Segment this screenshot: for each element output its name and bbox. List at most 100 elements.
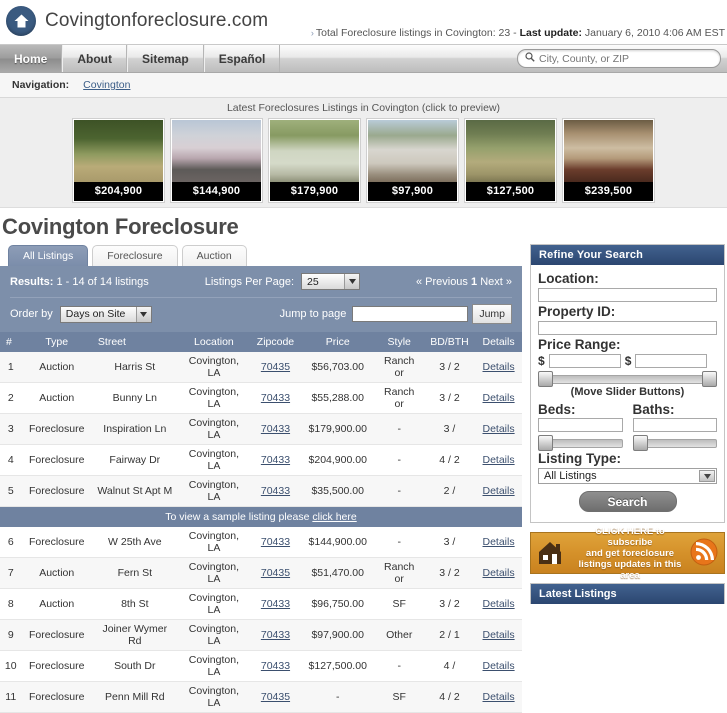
beds-slider[interactable] <box>538 435 623 451</box>
tab-all-listings[interactable]: All Listings <box>8 245 89 266</box>
col-street[interactable]: Street <box>91 332 178 352</box>
zipcode-link[interactable]: 70433 <box>261 536 290 548</box>
baths-input[interactable] <box>632 418 717 432</box>
cell-zip[interactable]: 70435 <box>250 681 301 713</box>
zipcode-link[interactable]: 70433 <box>261 485 290 497</box>
table-row[interactable]: 4 Foreclosure Fairway Dr Covington, LA 70433… <box>0 444 522 476</box>
slider-knob-min[interactable] <box>538 371 553 387</box>
gallery-thumb[interactable]: $97,900 <box>366 118 459 203</box>
table-row[interactable]: 2 Auction Bunny Ln Covington, LA 70433 $55,28… <box>0 382 522 414</box>
col-location[interactable]: Location <box>177 332 251 352</box>
col-style[interactable]: Style <box>374 332 424 352</box>
details-link[interactable]: Details <box>483 423 515 435</box>
zipcode-link[interactable]: 70435 <box>261 691 290 703</box>
pagination-next[interactable]: Next » <box>480 276 512 288</box>
details-link[interactable]: Details <box>483 567 515 579</box>
nav-item-espanol[interactable]: Español <box>203 45 281 72</box>
zipcode-link[interactable]: 70435 <box>261 361 290 373</box>
cell-zip[interactable]: 70433 <box>250 382 301 414</box>
gallery-thumb[interactable]: $239,500 <box>562 118 655 203</box>
table-row[interactable]: 3 Foreclosure Inspiration Ln Covington, LA 7… <box>0 413 522 445</box>
details-link[interactable]: Details <box>483 536 515 548</box>
cell-details[interactable]: Details <box>475 352 522 383</box>
beds-input[interactable] <box>538 418 623 432</box>
cell-details[interactable]: Details <box>475 619 522 651</box>
col-number[interactable]: # <box>0 332 22 352</box>
zipcode-link[interactable]: 70433 <box>261 454 290 466</box>
gallery-thumb[interactable]: $179,900 <box>268 118 361 203</box>
nav-item-about[interactable]: About <box>62 45 127 72</box>
property-id-input[interactable] <box>538 321 717 335</box>
details-link[interactable]: Details <box>483 660 515 672</box>
zipcode-link[interactable]: 70433 <box>261 423 290 435</box>
col-details[interactable]: Details <box>475 332 522 352</box>
cell-details[interactable]: Details <box>475 413 522 445</box>
price-max-input[interactable] <box>635 354 708 368</box>
logo[interactable]: Covingtonforeclosure.com <box>6 6 268 36</box>
site-search[interactable] <box>517 49 721 68</box>
cell-zip[interactable]: 70433 <box>250 588 301 620</box>
zipcode-link[interactable]: 70433 <box>261 392 290 404</box>
cell-details[interactable]: Details <box>475 588 522 620</box>
col-type[interactable]: Type <box>21 332 92 352</box>
details-link[interactable]: Details <box>483 691 515 703</box>
sample-listing-link[interactable]: click here <box>312 511 356 523</box>
zipcode-link[interactable]: 70433 <box>261 598 290 610</box>
cell-zip[interactable]: 70433 <box>250 619 301 651</box>
slider-knob-baths[interactable] <box>632 435 648 451</box>
price-range-slider[interactable] <box>538 371 717 387</box>
gallery-thumb[interactable]: $127,500 <box>464 118 557 203</box>
cell-details[interactable]: Details <box>475 557 522 589</box>
table-row[interactable]: 1 Auction Harris St Covington, LA 70435 $56,7… <box>0 352 522 383</box>
pagination-previous[interactable]: « Previous <box>416 276 468 288</box>
cell-zip[interactable]: 70433 <box>250 527 301 558</box>
table-row[interactable]: 9 Foreclosure Joiner Wymer Rd Covington, LA… <box>0 619 522 651</box>
order-by-select[interactable]: Days on Site <box>59 305 152 323</box>
slider-knob-max[interactable] <box>702 371 717 387</box>
cell-details[interactable]: Details <box>475 382 522 414</box>
search-button[interactable]: Search <box>578 491 677 512</box>
details-link[interactable]: Details <box>483 361 515 373</box>
table-row[interactable]: 8 Auction 8th St Covington, LA 70433 $96,750.… <box>0 588 522 620</box>
listing-type-select[interactable]: All Listings <box>538 468 717 484</box>
cell-zip[interactable]: 70435 <box>250 352 301 383</box>
cell-details[interactable]: Details <box>475 650 522 682</box>
table-row[interactable]: 11 Foreclosure Penn Mill Rd Covington, LA 70… <box>0 681 522 713</box>
zipcode-link[interactable]: 70433 <box>261 660 290 672</box>
cell-zip[interactable]: 70435 <box>250 557 301 589</box>
tab-foreclosure[interactable]: Foreclosure <box>92 245 178 266</box>
price-min-input[interactable] <box>548 354 621 368</box>
details-link[interactable]: Details <box>483 392 515 404</box>
cell-details[interactable]: Details <box>475 527 522 558</box>
cell-zip[interactable]: 70433 <box>250 475 301 507</box>
jump-button[interactable]: Jump <box>472 304 512 324</box>
zipcode-link[interactable]: 70435 <box>261 567 290 579</box>
cell-details[interactable]: Details <box>475 475 522 507</box>
details-link[interactable]: Details <box>483 485 515 497</box>
cell-zip[interactable]: 70433 <box>250 444 301 476</box>
table-row[interactable]: 5 Foreclosure Walnut St Apt M Covington, LA… <box>0 475 522 507</box>
breadcrumb-link-covington[interactable]: Covington <box>83 79 130 91</box>
tab-auction[interactable]: Auction <box>181 245 247 266</box>
col-zipcode[interactable]: Zipcode <box>250 332 301 352</box>
listings-per-page-select[interactable]: 25 <box>301 273 361 290</box>
gallery-thumb[interactable]: $144,900 <box>170 118 263 203</box>
col-price[interactable]: Price <box>300 332 375 352</box>
table-row[interactable]: 6 Foreclosure W 25th Ave Covington, LA 70433… <box>0 527 522 558</box>
cell-details[interactable]: Details <box>475 681 522 713</box>
search-input[interactable] <box>539 52 713 65</box>
details-link[interactable]: Details <box>483 629 515 641</box>
table-row[interactable]: 7 Auction Fern St Covington, LA 70435 $51,470… <box>0 557 522 589</box>
location-input[interactable] <box>538 288 717 302</box>
col-bdbth[interactable]: BD/BTH <box>423 332 476 352</box>
nav-item-sitemap[interactable]: Sitemap <box>127 45 204 72</box>
rss-subscribe-banner[interactable]: CLICK HERE to subscribe and get foreclos… <box>530 526 725 581</box>
details-link[interactable]: Details <box>483 454 515 466</box>
sample-listing-row[interactable]: To view a sample listing please click he… <box>0 506 522 527</box>
zipcode-link[interactable]: 70433 <box>261 629 290 641</box>
gallery-thumb[interactable]: $204,900 <box>72 118 165 203</box>
baths-slider[interactable] <box>632 435 717 451</box>
jump-to-page-input[interactable] <box>352 306 469 322</box>
cell-details[interactable]: Details <box>475 444 522 476</box>
slider-knob-beds[interactable] <box>538 435 553 451</box>
